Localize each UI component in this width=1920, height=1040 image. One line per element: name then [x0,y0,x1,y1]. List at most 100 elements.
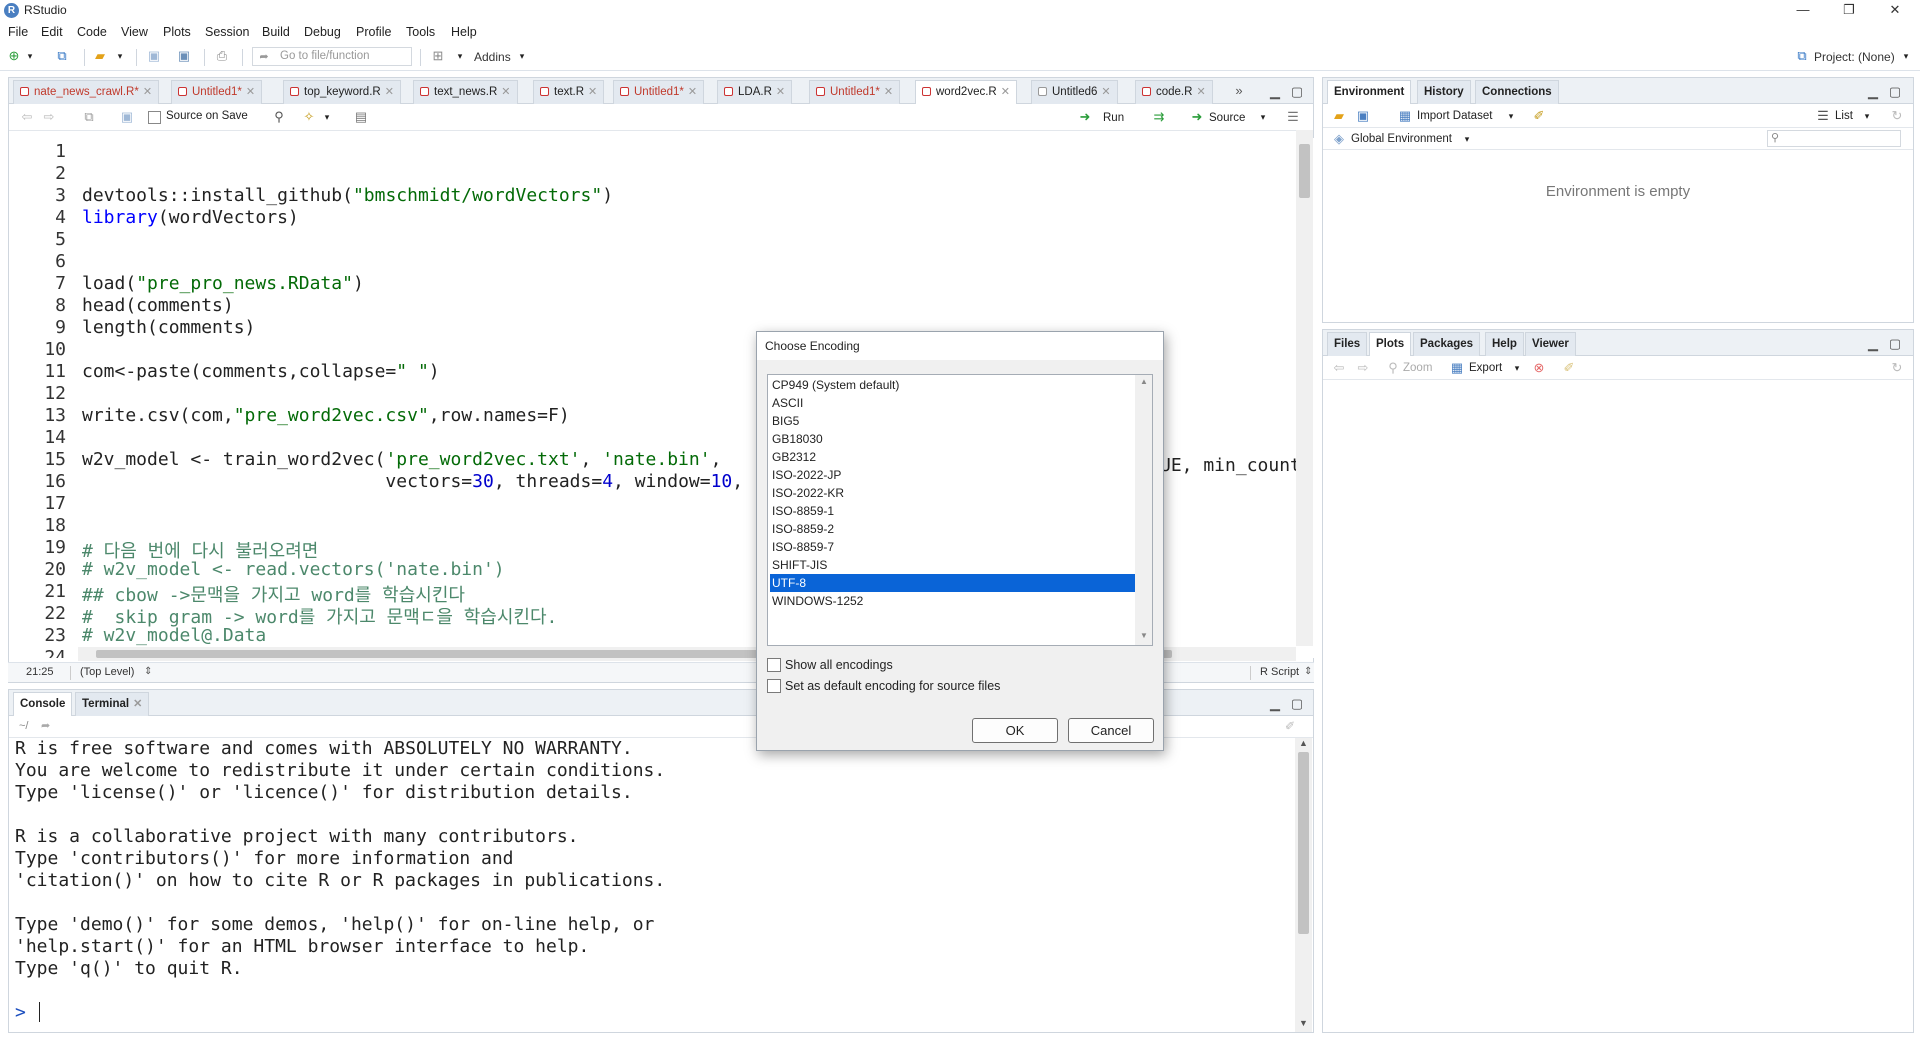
broom-icon[interactable]: ✐ [1531,108,1547,124]
project-menu[interactable]: Project: (None) [1814,49,1895,65]
tab-plots[interactable]: Plots [1369,332,1412,356]
save-icon[interactable]: ▣ [119,109,135,125]
more-tabs-icon[interactable]: » [1231,83,1247,99]
chevron-down-icon[interactable]: ▾ [1503,108,1519,124]
encoding-list[interactable]: CP949 (System default) ASCII BIG5 GB18030 GB… [767,374,1153,646]
zoom-icon[interactable]: ⚲ [1385,360,1401,376]
import-dataset-button[interactable]: Import Dataset [1417,107,1492,125]
encoding-option[interactable]: BIG5 [770,412,1136,430]
save-workspace-icon[interactable]: ▣ [1355,108,1371,124]
export-button[interactable]: Export [1469,359,1502,377]
tab-help[interactable]: Help [1485,332,1524,356]
chevron-down-icon[interactable]: ▾ [514,48,530,64]
close-button[interactable]: ✕ [1872,0,1918,22]
tab-environment[interactable]: Environment [1327,80,1412,104]
broom-icon[interactable]: ✐ [1561,360,1577,376]
tab-packages[interactable]: Packages [1413,332,1481,356]
maximize-pane-icon[interactable]: ▢ [1289,696,1305,712]
maximize-button[interactable]: ❐ [1826,0,1872,22]
source-icon[interactable]: ➜ [1189,109,1205,125]
zoom-button[interactable]: Zoom [1403,359,1432,377]
minimize-pane-icon[interactable]: ▁ [1865,84,1881,100]
tab-nate-news-crawl[interactable]: nate_news_crawl.R* ✕ [13,80,160,104]
scope-selector[interactable]: (Top Level) [80,666,134,678]
goto-dir-icon[interactable]: ➦ [41,719,50,732]
tab-files[interactable]: Files [1327,332,1368,356]
tab-top-keyword[interactable]: top_keyword.R ✕ [283,80,401,104]
maximize-pane-icon[interactable]: ▢ [1289,84,1305,100]
chevron-down-icon[interactable]: ▾ [112,48,128,64]
tab-history[interactable]: History [1417,80,1471,104]
chevron-down-icon[interactable]: ▾ [452,48,468,64]
new-project-icon[interactable]: ⧉ [54,48,70,64]
outline-icon[interactable]: ☰ [1285,109,1301,125]
run-button[interactable]: Run [1103,109,1124,127]
view-mode-list[interactable]: List [1835,107,1853,125]
menu-code[interactable]: Code [77,25,107,39]
scroll-up-icon[interactable]: ▲ [1299,738,1308,748]
addins-menu[interactable]: Addins [474,49,511,65]
encoding-option[interactable]: ISO-8859-1 [770,502,1136,520]
encoding-option[interactable]: ISO-8859-7 [770,538,1136,556]
tab-terminal[interactable]: Terminal ✕ [75,692,150,716]
menu-build[interactable]: Build [262,25,290,39]
chevron-down-icon[interactable]: ▾ [1255,109,1271,125]
remove-plot-icon[interactable]: ⊗ [1531,360,1547,376]
show-in-window-icon[interactable]: ⧉ [81,109,97,125]
encoding-option[interactable]: ASCII [770,394,1136,412]
tab-untitled1-c[interactable]: Untitled1* ✕ [809,80,901,104]
encoding-option[interactable]: CP949 (System default) [770,376,1136,394]
new-file-icon[interactable]: ⊕ [6,48,22,64]
tab-untitled1-b[interactable]: Untitled1* ✕ [613,80,705,104]
tab-untitled1-a[interactable]: Untitled1* ✕ [171,80,263,104]
scroll-thumb[interactable] [1298,752,1309,934]
refresh-icon[interactable]: ↻ [1889,360,1905,376]
menu-tools[interactable]: Tools [406,25,435,39]
cancel-button[interactable]: Cancel [1068,718,1154,743]
console-output[interactable]: R is free software and comes with ABSOLU… [9,738,1289,1028]
save-icon[interactable]: ▣ [146,48,162,64]
forward-icon[interactable]: ⇨ [1355,360,1371,376]
source-button[interactable]: Source [1209,109,1245,127]
scroll-down-icon[interactable]: ▼ [1299,1018,1308,1028]
compile-report-icon[interactable]: ▤ [353,109,369,125]
chevron-down-icon[interactable]: ▾ [1859,108,1875,124]
global-environment-selector[interactable]: Global Environment [1351,130,1452,148]
menu-view[interactable]: View [121,25,148,39]
scroll-up-icon[interactable]: ▲ [1140,377,1148,386]
search-icon[interactable]: ⚲ [271,109,287,125]
save-all-icon[interactable]: ▣ [176,48,192,64]
tab-connections[interactable]: Connections [1475,80,1559,104]
tab-viewer[interactable]: Viewer [1525,332,1576,356]
encoding-option[interactable]: ISO-2022-KR [770,484,1136,502]
encoding-option[interactable]: GB18030 [770,430,1136,448]
source-on-save-checkbox[interactable] [148,111,161,124]
chevron-down-icon[interactable]: ▾ [319,109,335,125]
tab-text[interactable]: text.R ✕ [533,80,605,104]
print-icon[interactable]: ⎙ [214,48,230,64]
chevron-down-icon[interactable]: ▾ [1509,360,1525,376]
back-icon[interactable]: ⇦ [1331,360,1347,376]
menu-edit[interactable]: Edit [41,25,63,39]
menu-plots[interactable]: Plots [163,25,191,39]
menu-debug[interactable]: Debug [304,25,341,39]
menu-session[interactable]: Session [205,25,249,39]
chevron-down-icon[interactable]: ▾ [1898,48,1914,64]
encoding-option[interactable]: ISO-2022-JP [770,466,1136,484]
load-workspace-icon[interactable]: ▰ [1331,108,1347,124]
maximize-pane-icon[interactable]: ▢ [1887,336,1903,352]
editor-vertical-scrollbar[interactable] [1296,130,1313,646]
encoding-option[interactable]: GB2312 [770,448,1136,466]
maximize-pane-icon[interactable]: ▢ [1887,84,1903,100]
run-icon[interactable]: ➜ [1077,109,1093,125]
menu-file[interactable]: File [8,25,28,39]
minimize-button[interactable]: — [1780,0,1826,22]
back-icon[interactable]: ⇦ [19,109,35,125]
encoding-option[interactable]: UTF-8 [770,574,1136,592]
set-default-encoding-checkbox[interactable] [767,679,781,693]
open-file-icon[interactable]: ▰ [92,48,108,64]
minimize-pane-icon[interactable]: ▁ [1267,696,1283,712]
show-all-encodings-checkbox[interactable] [767,658,781,672]
encoding-option[interactable]: WINDOWS-1252 [770,592,1136,610]
tab-untitled6[interactable]: Untitled6 ✕ [1031,80,1118,104]
